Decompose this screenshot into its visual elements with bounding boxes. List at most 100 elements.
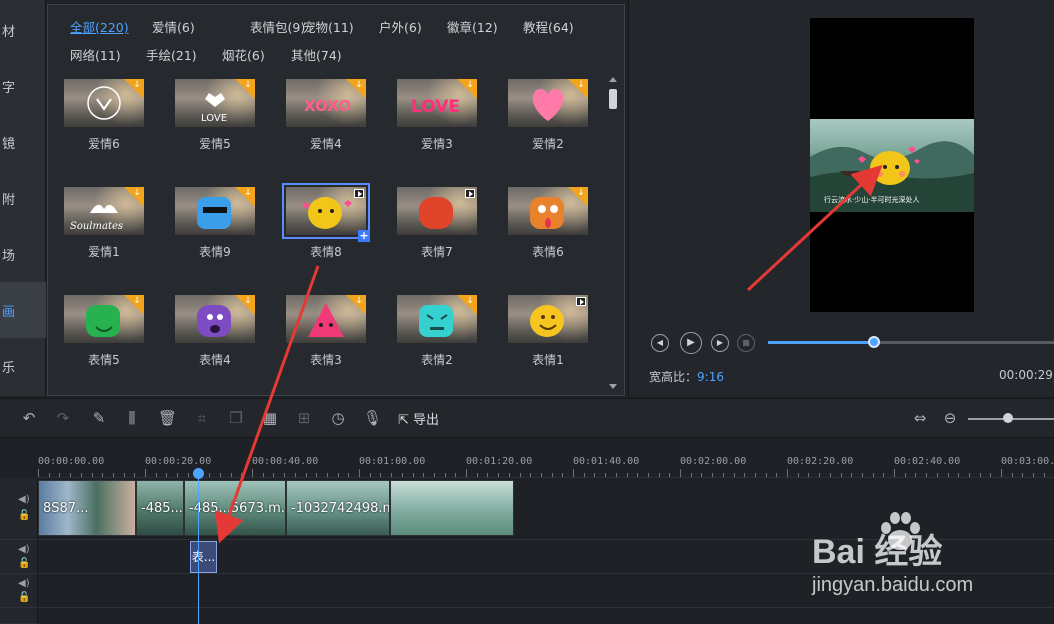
- zoom-out-icon[interactable]: ⊖: [941, 409, 959, 427]
- library-item-emoji7[interactable]: 表情7: [397, 187, 477, 259]
- library-item-love5[interactable]: LOVE ↓ 爱情5: [175, 79, 255, 151]
- ruler-tick: [380, 473, 382, 477]
- download-icon: ↓: [244, 296, 252, 306]
- sidebar-item-material[interactable]: 材: [0, 2, 46, 58]
- play-button[interactable]: ▶: [680, 332, 702, 354]
- category-pets[interactable]: 宠物(11): [303, 17, 354, 36]
- ruler-tick: [626, 473, 628, 477]
- split-icon[interactable]: ⫼: [123, 409, 141, 427]
- clip-label: -485...: [141, 501, 183, 516]
- scroll-down-icon[interactable]: [609, 384, 617, 389]
- export-button[interactable]: ⇱ 导出: [398, 409, 439, 428]
- sidebar-item-overlay[interactable]: 附: [0, 170, 46, 226]
- playback-progress-bar[interactable]: [768, 336, 1054, 348]
- library-item-emoji1[interactable]: 表情1: [508, 295, 588, 367]
- video-clip[interactable]: -1032742498.mp4: [286, 480, 390, 536]
- library-item-emoji2[interactable]: ↓ 表情2: [397, 295, 477, 367]
- category-handdrawn[interactable]: 手绘(21): [146, 45, 197, 64]
- scrollbar-thumb[interactable]: [609, 89, 617, 109]
- stop-button[interactable]: ■: [737, 334, 755, 352]
- category-all[interactable]: 全部(220): [70, 17, 129, 36]
- download-icon: ↓: [466, 296, 474, 306]
- item-caption: 爱情4: [310, 137, 342, 151]
- library-item-love3[interactable]: LOVE ↓ 爱情3: [397, 79, 477, 151]
- category-outdoor[interactable]: 户外(6): [379, 17, 422, 36]
- undo-icon[interactable]: ↶: [20, 409, 38, 427]
- playhead[interactable]: [198, 470, 199, 624]
- playhead-handle[interactable]: [193, 468, 204, 479]
- category-love[interactable]: 爱情(6): [152, 17, 195, 36]
- sidebar-item-filter[interactable]: 镜: [0, 114, 46, 170]
- play-preview-icon[interactable]: [354, 189, 364, 198]
- microphone-icon[interactable]: 🎙: [363, 409, 382, 427]
- progress-knob[interactable]: [868, 336, 881, 348]
- lock-icon[interactable]: 🔓: [18, 558, 30, 569]
- ruler-tick: [690, 473, 692, 477]
- library-scrollbar[interactable]: [608, 75, 618, 391]
- ruler-tick: [915, 473, 917, 477]
- category-badges[interactable]: 徽章(12): [447, 17, 498, 36]
- ruler-tick: [294, 473, 296, 477]
- redo-icon[interactable]: ↷: [54, 409, 72, 427]
- delete-icon[interactable]: 🗑: [158, 409, 177, 427]
- thumbnail: LOVE ↓: [397, 79, 477, 127]
- watermark: Bai 经验 jingyan.baidu.com: [812, 508, 1042, 608]
- speaker-icon[interactable]: ◀): [18, 578, 30, 589]
- ruler-tick: [1022, 473, 1024, 477]
- ruler-tick: [487, 473, 489, 477]
- thumbnail: ↓: [508, 79, 588, 127]
- fit-timeline-icon[interactable]: ⇔: [911, 409, 929, 427]
- library-item-emoji3[interactable]: ↓ 表情3: [286, 295, 366, 367]
- add-to-timeline-icon[interactable]: +: [358, 230, 370, 242]
- category-tutorial[interactable]: 教程(64): [523, 17, 574, 36]
- ruler-tick: [968, 473, 970, 477]
- category-fireworks[interactable]: 烟花(6): [222, 45, 265, 64]
- library-item-emoji9[interactable]: ↓ 表情9: [175, 187, 255, 259]
- time-ruler[interactable]: 00:00:00.00 00:00:20.00 00:00:40.00 00:01:0…: [38, 440, 1054, 478]
- sidebar-item-transition[interactable]: 场: [0, 226, 46, 282]
- library-item-emoji6[interactable]: ↓ 表情6: [508, 187, 588, 259]
- play-preview-icon[interactable]: [465, 189, 475, 198]
- library-item-emoji5[interactable]: ↓ 表情5: [64, 295, 144, 367]
- video-clip[interactable]: -485...5673.m...: [184, 480, 286, 536]
- library-item-love2[interactable]: ↓ 爱情2: [508, 79, 588, 151]
- ruler-tick: [102, 473, 104, 477]
- library-item-love4[interactable]: XOXO ↓ 爱情4: [286, 79, 366, 151]
- crop-icon[interactable]: ⌗: [193, 409, 211, 427]
- download-icon: ↓: [355, 296, 363, 306]
- previous-frame-button[interactable]: ◀: [651, 334, 669, 352]
- preview-screen[interactable]: 行云流水·少山·半可时光深处人: [810, 18, 974, 312]
- lock-icon[interactable]: 🔓: [18, 592, 30, 603]
- sidebar-item-music[interactable]: 乐: [0, 338, 46, 394]
- clock-icon[interactable]: ◷: [329, 409, 347, 427]
- library-item-emoji8[interactable]: + 表情8: [282, 183, 370, 259]
- scroll-up-icon[interactable]: [609, 77, 617, 82]
- edit-icon[interactable]: ✎: [90, 409, 108, 427]
- library-item-love6[interactable]: ↓ 爱情6: [64, 79, 144, 151]
- video-clip[interactable]: 8S87...: [38, 480, 136, 536]
- mosaic-icon[interactable]: ▦: [261, 409, 279, 427]
- lock-icon[interactable]: 🔓: [18, 510, 30, 521]
- zoom-slider-knob[interactable]: [1003, 413, 1013, 423]
- ruler-tick: [1001, 469, 1002, 477]
- sidebar-item-animation[interactable]: 画: [0, 282, 46, 338]
- ruler-tick: [808, 473, 810, 477]
- aspect-ratio-value[interactable]: 9:16: [697, 370, 724, 384]
- overlay-effect-clip[interactable]: 表...: [190, 541, 217, 573]
- library-item-emoji4[interactable]: ↓ 表情4: [175, 295, 255, 367]
- library-item-love1[interactable]: Soulmates ↓ 爱情1: [64, 187, 144, 259]
- sidebar-item-text[interactable]: 字: [0, 58, 46, 114]
- ruler-tick: [412, 473, 414, 477]
- category-network[interactable]: 网络(11): [70, 45, 121, 64]
- next-frame-button[interactable]: ▶: [711, 334, 729, 352]
- ruler-tick: [573, 469, 574, 477]
- freeze-icon[interactable]: ⊞: [295, 409, 313, 427]
- play-preview-icon[interactable]: [576, 297, 586, 306]
- speaker-icon[interactable]: ◀): [18, 544, 30, 555]
- copy-icon[interactable]: ❐: [227, 409, 245, 427]
- speaker-icon[interactable]: ◀): [18, 494, 30, 505]
- category-other[interactable]: 其他(74): [291, 45, 342, 64]
- video-clip[interactable]: [390, 480, 514, 536]
- category-emoji[interactable]: 表情包(9): [250, 17, 305, 36]
- video-clip[interactable]: -485...: [136, 480, 184, 536]
